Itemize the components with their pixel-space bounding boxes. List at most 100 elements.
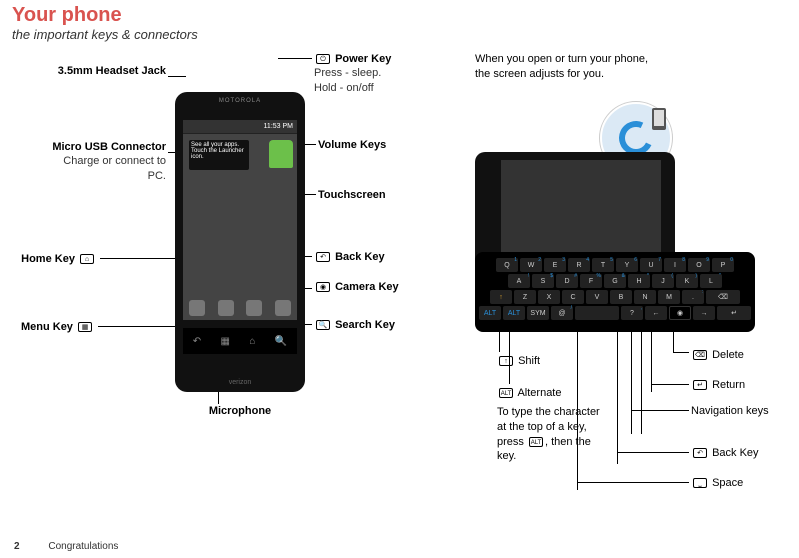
kb-key: A! [508, 274, 530, 288]
kb-key: O9 [688, 258, 710, 272]
back-key-icon: ↶ [316, 252, 330, 262]
kb-key: ALT [479, 306, 501, 320]
search-key-icon: 🔍 [316, 320, 330, 330]
kb-key: D# [556, 274, 578, 288]
kb-key: P0 [712, 258, 734, 272]
kb-key: R4 [568, 258, 590, 272]
status-time: 11:53 PM [264, 123, 293, 130]
shift-key-icon: ↑ [499, 356, 513, 366]
kb-key: S$ [532, 274, 554, 288]
status-bar: 11:53 PM [183, 120, 297, 134]
page-subtitle: the important keys & connectors [0, 27, 799, 42]
page-title: Your phone [0, 0, 799, 27]
intro-line2: the screen adjusts for you. [475, 67, 795, 82]
page-footer: 2 Congratulations [14, 541, 118, 552]
kb-key: ?, [621, 306, 643, 320]
home-key-icon: ⌂ [80, 254, 94, 264]
phone-top-screen [501, 160, 661, 266]
kb-key: X [538, 290, 560, 304]
label-headset: 3.5mm Headset Jack [58, 65, 166, 77]
label-navkeys: Navigation keys [691, 405, 769, 417]
label-microphone: Microphone [209, 405, 271, 417]
kb-key: Q1 [496, 258, 518, 272]
kb-key: SYM [527, 306, 549, 320]
phone-keyboard-diagram: Q1W2E3R4T5Y6U7I8O9P0 A!S$D#F%G&H*J(K)L" ↑Z… [475, 152, 765, 332]
kb-key: I8 [664, 258, 686, 272]
kb-key: W2 [520, 258, 542, 272]
back-key-icon-r: ↶ [693, 448, 707, 458]
kb-key: → [693, 306, 715, 320]
label-camera-key: Camera Key [335, 281, 399, 293]
footer-section: Congratulations [48, 541, 118, 552]
label-alternate: Alternate [517, 387, 561, 399]
kb-key: F% [580, 274, 602, 288]
kb-key: Y6 [616, 258, 638, 272]
kb-key: U7 [640, 258, 662, 272]
label-touchscreen: Touchscreen [318, 189, 386, 201]
tips-widget: See all your apps. Touch the Launcher ic… [189, 140, 249, 170]
label-search-key: Search Key [335, 319, 395, 331]
kb-key: ◉ [669, 306, 691, 320]
kb-key: ← [645, 306, 667, 320]
power-key-icon: ⏻ [316, 54, 330, 64]
alt-key-icon: ALT [499, 388, 513, 398]
kb-key: G& [604, 274, 626, 288]
kb-key: N [634, 290, 656, 304]
hw-menu-icon: ▦ [221, 336, 230, 347]
label-home-key: Home Key [21, 253, 75, 265]
kb-key: V [586, 290, 608, 304]
return-key-icon: ↵ [693, 380, 707, 390]
carrier-label: verizon [175, 379, 305, 386]
kb-key: H* [628, 274, 650, 288]
label-delete: Delete [712, 349, 744, 361]
intro-line1: When you open or turn your phone, [475, 52, 795, 67]
kb-key: .: [682, 290, 704, 304]
kb-key: ⌫ [706, 290, 740, 304]
label-power-sub1: Press - sleep. [314, 66, 454, 80]
label-menu-key: Menu Key [21, 321, 73, 333]
kb-key: E3 [544, 258, 566, 272]
space-key-icon: ⎵ [693, 478, 707, 488]
kb-key: B [610, 290, 632, 304]
tips-line2: Touch the Launcher icon. [191, 148, 247, 160]
page-number: 2 [14, 541, 20, 552]
label-volume: Volume Keys [318, 139, 386, 151]
label-power-key: Power Key [335, 53, 391, 65]
hw-search-icon: 🔍 [275, 336, 287, 347]
phone-brand: MOTOROLA [175, 98, 305, 104]
label-space: Space [712, 477, 743, 489]
left-diagram: 3.5mm Headset Jack Micro USB Connector C… [0, 52, 460, 492]
alt-inline-icon: ALT [529, 437, 543, 447]
label-power-sub2: Hold - on/off [314, 81, 454, 95]
hw-back-icon: ↶ [193, 336, 201, 347]
menu-key-icon: ▦ [78, 322, 92, 332]
kb-key: M [658, 290, 680, 304]
right-diagram: When you open or turn your phone, the sc… [475, 52, 795, 95]
kb-key: ↵ [717, 306, 751, 320]
phone-front: MOTOROLA 11:53 PM See all your apps. Tou… [175, 92, 305, 392]
label-back-key: Back Key [335, 251, 385, 263]
hw-button-row: ↶ ▦ ⌂ 🔍 [183, 328, 297, 354]
kb-key: T5 [592, 258, 614, 272]
hw-home-icon: ⌂ [249, 336, 255, 347]
dock-icons [183, 300, 297, 316]
label-shift: Shift [518, 355, 540, 367]
delete-key-icon: ⌫ [693, 350, 707, 360]
label-micro-usb: Micro USB Connector [46, 140, 166, 154]
kb-key: C [562, 290, 584, 304]
kb-key: Z [514, 290, 536, 304]
label-back-key-r: Back Key [712, 447, 758, 459]
label-return: Return [712, 379, 745, 391]
phone-screen: 11:53 PM See all your apps. Touch the La… [183, 120, 297, 320]
camera-key-icon: ◉ [316, 282, 330, 292]
android-icon [269, 140, 293, 168]
keyboard-body: Q1W2E3R4T5Y6U7I8O9P0 A!S$D#F%G&H*J(K)L" ↑Z… [475, 252, 755, 332]
kb-key [575, 306, 619, 320]
kb-key: K) [676, 274, 698, 288]
kb-key: @/ [551, 306, 573, 320]
kb-key: ↑ [490, 290, 512, 304]
kb-key: J( [652, 274, 674, 288]
kb-key: L" [700, 274, 722, 288]
label-micro-usb-sub: Charge or connect to PC. [46, 154, 166, 183]
kb-key: ALT [503, 306, 525, 320]
